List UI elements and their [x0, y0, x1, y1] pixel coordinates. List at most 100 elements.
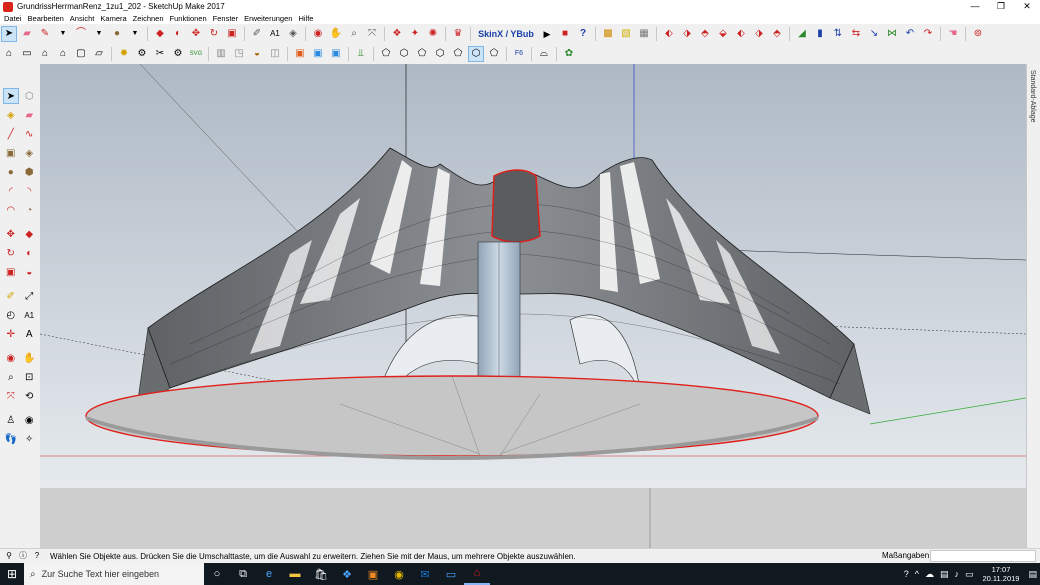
follow-me-icon[interactable]: ◐: [22, 245, 38, 261]
task-view-icon[interactable]: ⧉: [230, 563, 256, 585]
section-plane-icon[interactable]: ✧: [22, 431, 38, 447]
rotated-rectangle-icon[interactable]: ◈: [22, 145, 38, 161]
edge-browser-icon[interactable]: e: [256, 563, 282, 585]
scale-icon[interactable]: ▣: [3, 264, 19, 280]
outlook-icon[interactable]: ✉: [412, 563, 438, 585]
gear-extension-icon[interactable]: ⚙: [134, 46, 150, 62]
walk-icon[interactable]: 👣: [3, 431, 19, 447]
offset-icon[interactable]: ◒: [22, 264, 38, 280]
shaded-textures-icon[interactable]: ▣: [292, 46, 308, 62]
undo-curve-icon[interactable]: ↶: [902, 26, 918, 42]
layer-7-icon[interactable]: ⬠: [486, 46, 502, 62]
help-tray-icon[interactable]: ?: [904, 569, 909, 579]
two-point-arc-icon[interactable]: ◝: [22, 183, 38, 199]
orbit-icon[interactable]: ◉: [3, 350, 19, 366]
menu-fenster[interactable]: Fenster: [213, 14, 238, 23]
taskbar-search-placeholder[interactable]: Zur Suche Text hier eingeben: [42, 569, 159, 579]
pan-icon[interactable]: ✋: [22, 350, 38, 366]
dropdown-chevron-icon[interactable]: ▼: [127, 26, 143, 42]
menu-datei[interactable]: Datei: [4, 14, 22, 23]
model-viewport[interactable]: [40, 64, 1026, 548]
push-pull-icon[interactable]: ◆: [22, 226, 38, 242]
freehand-icon[interactable]: ∿: [22, 126, 38, 142]
notification-icon[interactable]: ▤: [1028, 569, 1037, 580]
three-point-arc-icon[interactable]: ◠: [3, 202, 19, 218]
component-grey-icon[interactable]: ▦: [636, 26, 652, 42]
help-circle-icon[interactable]: ?: [32, 551, 42, 561]
restore-icon[interactable]: ❐: [988, 0, 1014, 13]
layer-4-icon[interactable]: ⬡: [432, 46, 448, 62]
cut-icon[interactable]: ✂: [152, 46, 168, 62]
plugin-gear-icon[interactable]: ⚙: [170, 46, 186, 62]
hidden-line-style-icon[interactable]: ◒: [249, 46, 265, 62]
cortana-icon[interactable]: ○: [204, 563, 230, 585]
character-green-icon[interactable]: ✿: [561, 46, 577, 62]
menu-zeichnen[interactable]: Zeichnen: [133, 14, 164, 23]
polygon-icon[interactable]: ⬢: [22, 164, 38, 180]
shapes-tool-button[interactable]: ●: [109, 26, 125, 42]
left-view-icon[interactable]: ▱: [91, 46, 107, 62]
send-to-layout-icon[interactable]: ✺: [425, 26, 441, 42]
sun-settings-icon[interactable]: ✹: [116, 46, 132, 62]
app-orange-icon[interactable]: ▣: [360, 563, 386, 585]
stop-icon[interactable]: ■: [557, 26, 573, 42]
arc-tool-button[interactable]: ⌒: [73, 26, 89, 42]
pan-tool-button[interactable]: ✋: [328, 26, 344, 42]
text-tool-button[interactable]: A1: [267, 26, 283, 42]
push-pull-tool-button[interactable]: ◆: [152, 26, 168, 42]
menu-kamera[interactable]: Kamera: [100, 14, 126, 23]
back-edges-icon[interactable]: ▣: [328, 46, 344, 62]
dimension-icon[interactable]: ⤢: [22, 288, 38, 304]
paint-bucket-icon[interactable]: ◈: [3, 107, 19, 123]
text-icon[interactable]: A1: [22, 307, 38, 323]
iso-view-icon[interactable]: ⌂: [1, 46, 17, 62]
perspective-icon[interactable]: ⫫: [353, 46, 369, 62]
play-icon[interactable]: ▶: [539, 26, 555, 42]
skinx-label[interactable]: SkinX / YBub: [476, 29, 536, 39]
battery-icon[interactable]: ▭: [965, 569, 974, 580]
redo-curve-icon[interactable]: ↷: [920, 26, 936, 42]
tape-measure-icon[interactable]: ✐: [3, 288, 19, 304]
component-yellow-icon[interactable]: ▧: [618, 26, 634, 42]
paint-bucket-button[interactable]: ◈: [285, 26, 301, 42]
ruby-console-icon[interactable]: ⊚: [970, 26, 986, 42]
layer-6-icon[interactable]: ⬡: [468, 46, 484, 62]
diagonal-arrow-icon[interactable]: ↘: [866, 26, 882, 42]
f6-key-icon[interactable]: F6: [511, 46, 527, 62]
chrome-icon[interactable]: ◉: [386, 563, 412, 585]
sandbox-tool-2-icon[interactable]: ⬗: [679, 26, 695, 42]
rotate-tool-button[interactable]: ↻: [206, 26, 222, 42]
network-icon[interactable]: ▤: [940, 569, 949, 580]
viewport-canvas[interactable]: [40, 64, 1026, 548]
right-default-tray[interactable]: Standard-Ablage: [1026, 64, 1040, 548]
3d-text-icon[interactable]: A: [22, 326, 38, 342]
zoom-window-icon[interactable]: ⊡: [22, 369, 38, 385]
menu-bearbeiten[interactable]: Bearbeiten: [28, 14, 64, 23]
layer-3-icon[interactable]: ⬠: [414, 46, 430, 62]
warehouse-icon[interactable]: ❖: [389, 26, 405, 42]
menu-funktionen[interactable]: Funktionen: [170, 14, 207, 23]
bridge-icon[interactable]: ⌓: [536, 46, 552, 62]
right-view-icon[interactable]: ⌂: [55, 46, 71, 62]
circle-icon[interactable]: ●: [3, 164, 19, 180]
axes-icon[interactable]: ✛: [3, 326, 19, 342]
arrows-split-icon[interactable]: ⇆: [848, 26, 864, 42]
pencil-tool-button[interactable]: ✎: [37, 26, 53, 42]
file-explorer-icon[interactable]: ▬: [282, 563, 308, 585]
protractor-icon[interactable]: ◴: [3, 307, 19, 323]
extension-warehouse-icon[interactable]: ✦: [407, 26, 423, 42]
arc-icon[interactable]: ◜: [3, 183, 19, 199]
volume-icon[interactable]: ♪: [954, 569, 959, 579]
axis-blue-icon[interactable]: ▮: [812, 26, 828, 42]
sandbox-tool-3-icon[interactable]: ⬘: [697, 26, 713, 42]
move-tool-button[interactable]: ✥: [188, 26, 204, 42]
zoom-icon[interactable]: ⌕: [3, 369, 19, 385]
zoom-extents-icon[interactable]: ⤧: [3, 388, 19, 404]
windows-start-icon[interactable]: ⊞: [0, 563, 24, 585]
sandbox-tool-1-icon[interactable]: ⬖: [661, 26, 677, 42]
svg-export-icon[interactable]: SVG: [188, 46, 204, 62]
pie-icon[interactable]: ◔: [22, 202, 38, 218]
dropdown-chevron-icon[interactable]: ▼: [55, 26, 71, 42]
menu-erweiterungen[interactable]: Erweiterungen: [244, 14, 292, 23]
follow-me-tool-button[interactable]: ◐: [170, 26, 186, 42]
